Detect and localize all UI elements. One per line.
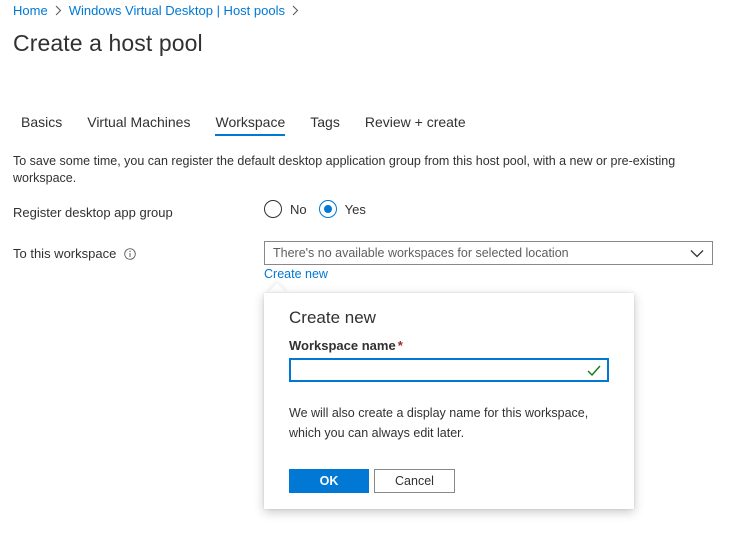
radio-no-circle[interactable] [264,200,282,218]
register-radio-group: No Yes [264,200,378,218]
tab-review-create[interactable]: Review + create [365,114,466,136]
workspace-dropdown-text: There's no available workspaces for sele… [273,246,569,260]
radio-yes-label: Yes [344,201,366,217]
workspace-name-label-text: Workspace name [289,338,396,353]
tab-bar: Basics Virtual Machines Workspace Tags R… [21,114,491,136]
cancel-button[interactable]: Cancel [374,469,455,493]
chevron-right-icon [55,5,62,16]
register-label-text: Register desktop app group [13,205,173,220]
workspace-name-label: Workspace name * [289,338,403,353]
info-icon[interactable] [124,247,137,260]
radio-yes[interactable]: Yes [318,200,366,218]
page-title: Create a host pool [13,30,203,56]
chevron-down-icon [690,249,704,258]
radio-no[interactable]: No [264,200,307,218]
chevron-right-icon [292,5,299,16]
radio-yes-circle[interactable] [318,200,337,218]
tab-virtual-machines[interactable]: Virtual Machines [87,114,190,136]
workspace-label-text: To this workspace [13,246,117,261]
breadcrumb-host-pools[interactable]: Windows Virtual Desktop | Host pools [69,3,285,18]
radio-no-label: No [290,201,307,217]
workspace-label: To this workspace [13,246,137,261]
breadcrumb: Home Windows Virtual Desktop | Host pool… [13,3,306,18]
create-new-description: We will also create a display name for t… [289,406,589,440]
create-new-panel: Create new Workspace name * We will also … [264,293,634,509]
tab-tags[interactable]: Tags [310,114,340,136]
required-mark: * [397,338,403,353]
create-new-title: Create new [289,308,376,327]
tab-workspace[interactable]: Workspace [215,114,285,136]
workspace-dropdown[interactable]: There's no available workspaces for sele… [264,241,713,265]
create-new-link[interactable]: Create new [264,267,328,281]
ok-button[interactable]: OK [289,469,369,493]
workspace-name-input[interactable] [289,358,609,382]
breadcrumb-home[interactable]: Home [13,3,48,18]
register-label: Register desktop app group [13,205,173,220]
intro-text: To save some time, you can register the … [13,154,676,185]
checkmark-icon [587,365,601,376]
tab-basics[interactable]: Basics [21,114,62,136]
